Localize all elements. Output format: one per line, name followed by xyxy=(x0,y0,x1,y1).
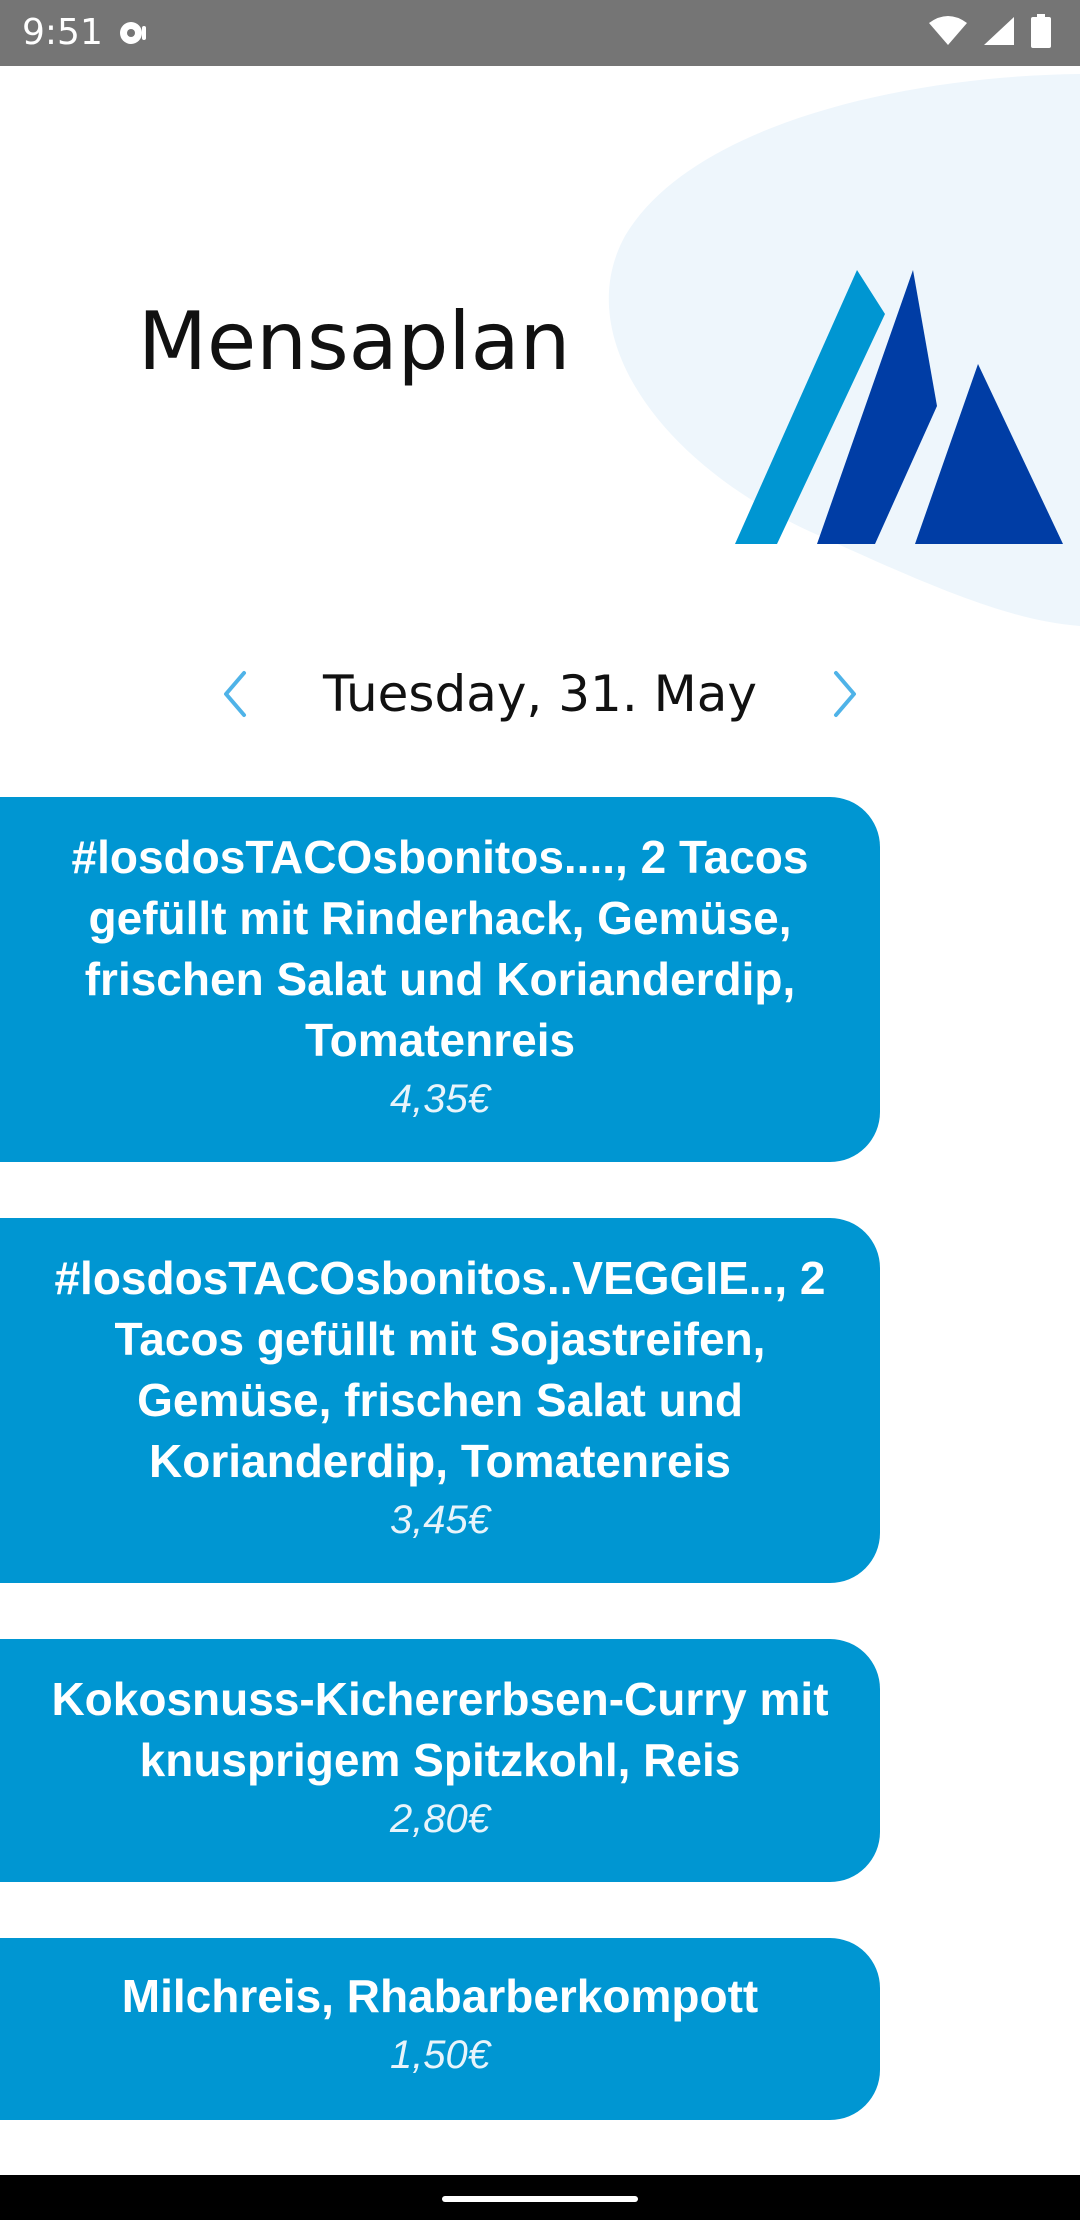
meal-name: Milchreis, Rhabarberkompott xyxy=(121,1970,759,2022)
chevron-right-icon xyxy=(834,671,856,717)
signal-icon xyxy=(982,15,1016,52)
status-time: 9:51 xyxy=(22,12,103,53)
meal-name: #losdosTACOsbonitos...., 2 Tacos gefüllt… xyxy=(71,831,809,1066)
system-navigation-bar xyxy=(0,2175,1080,2220)
page-title: Mensaplan xyxy=(138,295,571,388)
meal-card[interactable]: Milchreis, Rhabarberkompott 1,50€ xyxy=(0,1938,880,2120)
meal-price: 2,80€ xyxy=(389,1797,491,1841)
meal-price: 1,50€ xyxy=(389,2033,491,2077)
wifi-icon xyxy=(928,15,968,52)
meal-price: 3,45€ xyxy=(389,1498,491,1542)
date-navigation: Tuesday, 31. May xyxy=(0,650,1080,738)
media-icon xyxy=(118,18,148,48)
home-handle[interactable] xyxy=(442,2196,638,2202)
current-date: Tuesday, 31. May xyxy=(323,665,757,723)
next-day-button[interactable] xyxy=(815,664,875,724)
meal-name: Kokosnuss-Kichererbsen-Curry mit knuspri… xyxy=(51,1673,829,1786)
meal-name: #losdosTACOsbonitos..VEGGIE.., 2 Tacos g… xyxy=(54,1252,826,1487)
meal-card[interactable]: #losdosTACOsbonitos..VEGGIE.., 2 Tacos g… xyxy=(0,1218,880,1583)
chevron-left-icon xyxy=(224,671,246,717)
meal-card[interactable]: Kokosnuss-Kichererbsen-Curry mit knuspri… xyxy=(0,1639,880,1882)
meal-price: 4,35€ xyxy=(389,1077,491,1121)
meal-card[interactable]: #losdosTACOsbonitos...., 2 Tacos gefüllt… xyxy=(0,797,880,1162)
previous-day-button[interactable] xyxy=(205,664,265,724)
status-icons xyxy=(928,13,1052,53)
university-logo xyxy=(735,270,1063,544)
status-bar: 9:51 xyxy=(0,0,1080,66)
header: Mensaplan xyxy=(0,66,1080,636)
battery-icon xyxy=(1030,13,1052,53)
